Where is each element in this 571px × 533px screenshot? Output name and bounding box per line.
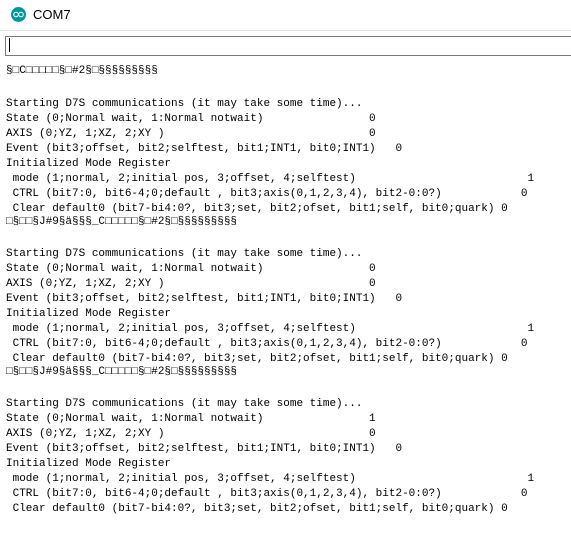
serial-output-line: Initialized Mode Register (6, 308, 172, 320)
serial-output-line: □§□□§J#9§ä§§§_C□□□□□§□#2§□§§§§§§§§§ (6, 216, 238, 228)
serial-output-line: Initialized Mode Register (6, 458, 172, 470)
title-bar: COM7 (0, 0, 571, 30)
serial-output-line: mode (1;normal, 2;initial pos, 3;offset,… (6, 323, 535, 335)
serial-output-line: Starting D7S communications (it may take… (6, 398, 363, 410)
serial-output[interactable]: §□C□□□□□§□#2§□§§§§§§§§§ Starting D7S comm… (0, 62, 571, 533)
serial-output-line: Starting D7S communications (it may take… (6, 98, 363, 110)
serial-output-line: Event (bit3;offset, bit2;selftest, bit1;… (6, 443, 403, 455)
serial-output-line: Event (bit3;offset, bit2;selftest, bit1;… (6, 143, 403, 155)
serial-output-line: AXIS (0;YZ, 1;XZ, 2;XY ) 0 (6, 278, 376, 290)
serial-output-line: CTRL (bit7:0, bit6-4;0;default , bit3;ax… (6, 488, 528, 500)
serial-output-line: CTRL (bit7:0, bit6-4;0;default , bit3;ax… (6, 338, 528, 350)
arduino-icon (11, 7, 26, 22)
serial-output-line: □§□□§J#9§ä§§§_C□□□□□§□#2§□§§§§§§§§§ (6, 366, 238, 378)
serial-output-line: State (0;Normal wait, 1:Normal notwait) … (6, 113, 376, 125)
text-caret (9, 38, 10, 52)
window-title: COM7 (33, 7, 71, 22)
serial-output-line: Starting D7S communications (it may take… (6, 248, 363, 260)
serial-output-line: Clear default0 (bit7-bi4:0?, bit3;set, b… (6, 503, 508, 515)
serial-output-line: State (0;Normal wait, 1:Normal notwait) … (6, 413, 376, 425)
serial-output-line: mode (1;normal, 2;initial pos, 3;offset,… (6, 473, 535, 485)
serial-output-line: Event (bit3;offset, bit2;selftest, bit1;… (6, 293, 403, 305)
send-bar (0, 30, 571, 63)
serial-send-input[interactable] (5, 36, 571, 56)
serial-output-line: §□C□□□□□§□#2§□§§§§§§§§§ (6, 65, 158, 77)
serial-output-line: AXIS (0;YZ, 1;XZ, 2;XY ) 0 (6, 428, 376, 440)
serial-output-line: State (0;Normal wait, 1:Normal notwait) … (6, 263, 376, 275)
serial-output-line: CTRL (bit7:0, bit6-4;0;default , bit3;ax… (6, 188, 528, 200)
serial-output-line: AXIS (0;YZ, 1;XZ, 2;XY ) 0 (6, 128, 376, 140)
serial-output-line: mode (1;normal, 2;initial pos, 3;offset,… (6, 173, 535, 185)
serial-output-line: Initialized Mode Register (6, 158, 172, 170)
